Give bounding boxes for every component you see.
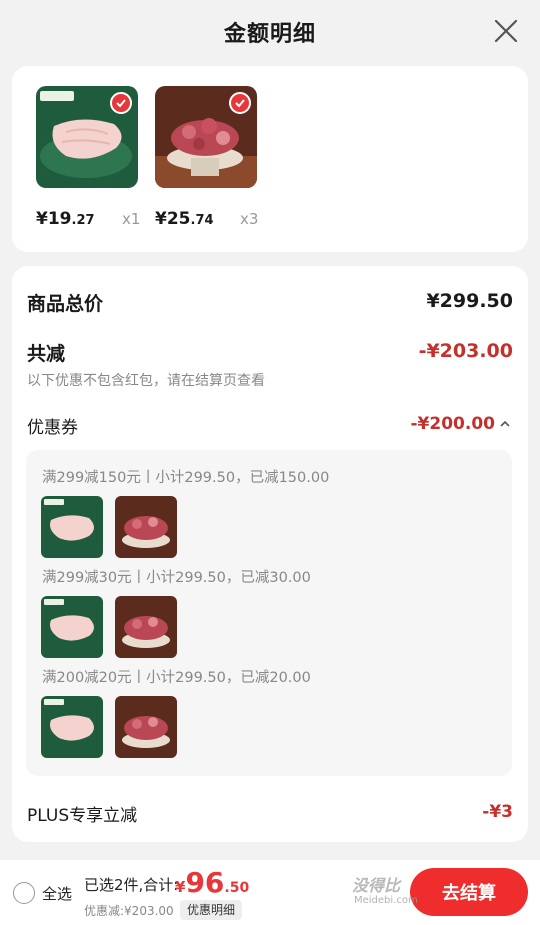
price-detail-card: 商品总价 ¥299.50 共减 -¥203.00 以下优惠不包含红包，请在结算页… [12,266,528,842]
products-card: ¥19.27 x1 ¥25.74 x3 [12,66,528,252]
product-price: ¥25.74 [155,209,214,229]
coupon-label: 优惠券 [27,418,78,438]
select-all-label[interactable]: 全选 [42,883,72,904]
product-price: ¥19.27 [36,209,95,229]
coupon-item-image-chicken-wings [41,696,103,758]
product-image-beef-tendon[interactable] [155,86,257,188]
checkout-bar: 全选 已选2件,合计: ¥96.50 优惠减:¥203.00 优惠明细 去结算 [0,860,540,925]
selected-check-icon[interactable] [110,92,132,114]
plus-discount-value: -¥3 [482,802,513,822]
discount-summary: 优惠减:¥203.00 [84,904,174,918]
selected-summary: 已选2件,合计: [84,876,179,894]
plus-discount-label: PLUS专享立减 [27,806,138,826]
close-icon[interactable] [492,17,520,45]
modal-header: 金额明细 [0,0,540,64]
reduce-note: 以下优惠不包含红包，请在结算页查看 [27,373,265,389]
total-price-label: 商品总价 [27,293,104,315]
product-quantity: x1 [122,210,141,228]
coupon-rule: 满299减150元丨小计299.50，已减150.00 [42,470,330,486]
total-reduce-label: 共减 [27,343,66,365]
total-price-value: ¥299.50 [426,290,513,312]
coupon-item-image-beef-tendon [115,596,177,658]
product-quantity: x3 [240,210,259,228]
chevron-up-icon [500,420,510,427]
coupon-list: 满299减150元丨小计299.50，已减150.00 满299减30元丨小计2… [26,450,512,776]
coupon-toggle[interactable]: -¥200.00 [411,414,512,434]
watermark-site: Meidebi.com [354,895,418,906]
coupon-item-image-chicken-wings [41,496,103,558]
product-image-chicken-wings[interactable] [36,86,138,188]
coupon-item-image-chicken-wings [41,596,103,658]
select-all-radio[interactable] [13,882,35,904]
coupon-rule: 满200减20元丨小计299.50，已减20.00 [42,670,311,686]
coupon-rule: 满299减30元丨小计299.50，已减30.00 [42,570,311,586]
checkout-button[interactable]: 去结算 [410,868,528,916]
selected-check-icon[interactable] [229,92,251,114]
modal-title: 金额明细 [223,22,316,47]
total-reduce-value: -¥203.00 [418,340,513,362]
total-amount: ¥96.50 [175,866,250,899]
coupon-value: -¥200.00 [410,414,496,434]
coupon-item-image-beef-tendon [115,496,177,558]
coupon-item-image-beef-tendon [115,696,177,758]
watermark-logo: 没得比 [352,876,401,895]
discount-detail-button[interactable]: 优惠明细 [180,900,243,920]
